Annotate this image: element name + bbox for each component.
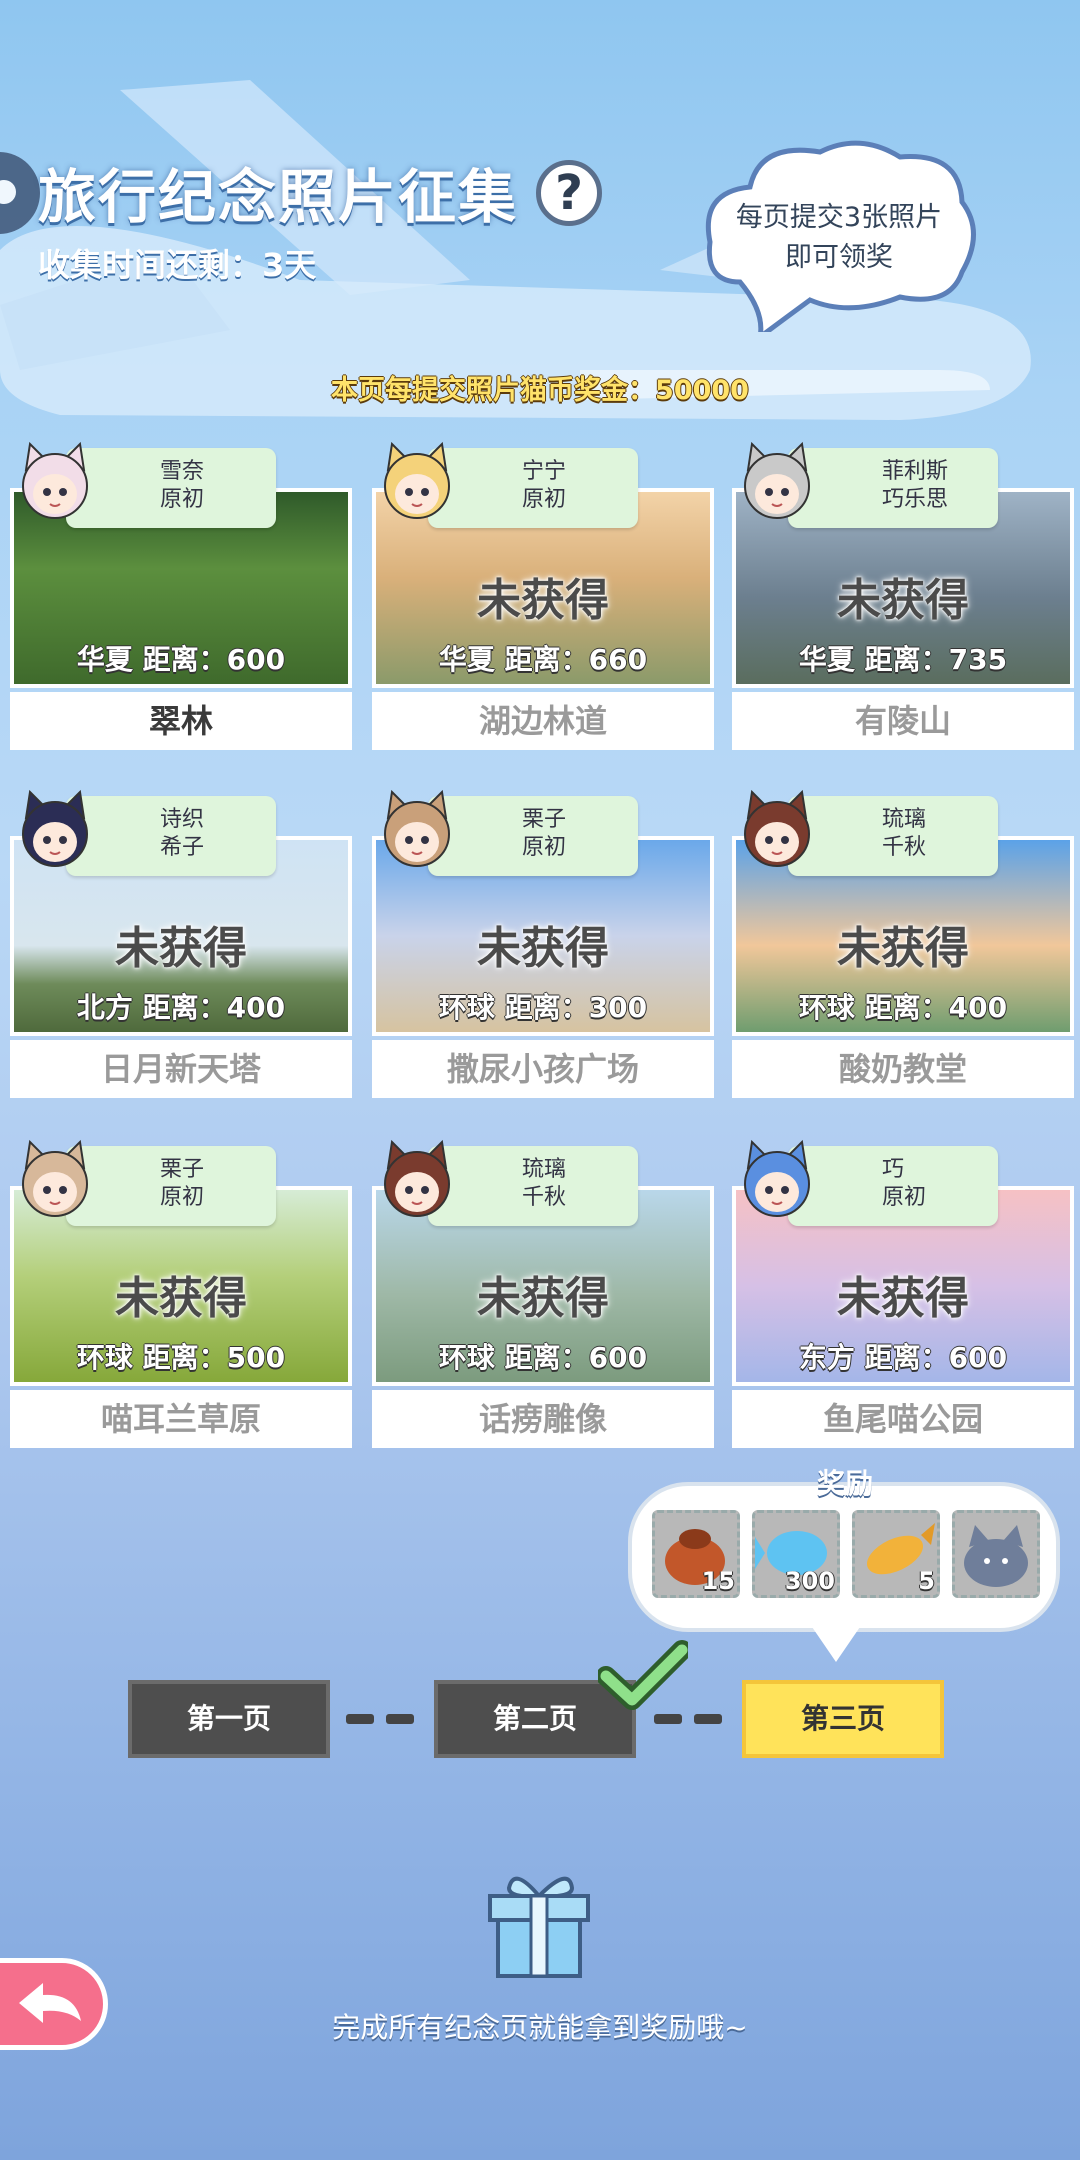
- character-sub: 希子: [160, 835, 205, 860]
- footer-hint: 完成所有纪念页就能拿到奖励哦~: [332, 2011, 748, 2044]
- location-name: 话痨雕像: [372, 1390, 714, 1448]
- character-name: 宁宁: [522, 459, 567, 484]
- unobtained-label: 未获得: [115, 923, 247, 974]
- location-name: 喵耳兰草原: [10, 1390, 352, 1448]
- region-distance: 华夏 距离：600: [76, 643, 286, 676]
- region-distance: 环球 距离：500: [76, 1341, 286, 1374]
- page-1-button[interactable]: 第一页: [128, 1680, 330, 1758]
- reward-count: 5: [918, 1567, 935, 1595]
- page-3-button[interactable]: 第三页: [742, 1680, 944, 1758]
- region-distance: 东方 距离：600: [798, 1341, 1008, 1374]
- check-icon: [598, 1640, 688, 1710]
- cat-girl-avatar-icon: [744, 441, 810, 519]
- unobtained-label: 未获得: [477, 923, 609, 974]
- page-connector: [346, 1714, 374, 1724]
- unobtained-label: 未获得: [477, 575, 609, 626]
- photo-card[interactable]: 未获得 东方 距离：600 鱼尾喵公园 巧 原初: [732, 1139, 1074, 1449]
- region-distance: 北方 距离：400: [76, 991, 286, 1024]
- back-button[interactable]: [0, 1958, 108, 2050]
- photo-card[interactable]: 未获得 华夏 距离：660 湖边林道 宁宁 原初: [372, 441, 714, 751]
- collection-timer: 收集时间还剩：3天: [38, 246, 317, 284]
- character-name: 菲利斯: [882, 459, 949, 484]
- help-button[interactable]: ?: [536, 160, 602, 226]
- photo-card[interactable]: 未获得 北方 距离：400 日月新天塔 诗织 希子: [10, 789, 352, 1099]
- tip-text: 每页提交3张照片 即可领奖: [700, 198, 978, 278]
- tip-line-1: 每页提交3张照片: [735, 202, 943, 233]
- character-sub: 原初: [160, 487, 205, 512]
- cat-girl-avatar-icon: [22, 789, 88, 867]
- photo-card[interactable]: 未获得 环球 距离：400 酸奶教堂 琉璃 千秋: [732, 789, 1074, 1099]
- character-name: 琉璃: [882, 807, 927, 832]
- location-name: 翠林: [10, 692, 352, 750]
- character-sub: 原初: [882, 1185, 927, 1210]
- cat-girl-avatar-icon: [22, 441, 88, 519]
- location-name: 日月新天塔: [10, 1040, 352, 1098]
- rewards-bubble-tail: [810, 1624, 862, 1662]
- character-name: 雪奈: [160, 459, 205, 484]
- photo-card[interactable]: 未获得 环球 距离：500 喵耳兰草原 栗子 原初: [10, 1139, 352, 1449]
- cat-girl-avatar-icon: [744, 789, 810, 867]
- cat-girl-avatar-icon: [744, 1139, 810, 1217]
- coin-bonus: 本页每提交照片猫币奖金：50000: [331, 375, 749, 406]
- region-distance: 环球 距离：400: [798, 991, 1008, 1024]
- location-name: 酸奶教堂: [732, 1040, 1074, 1098]
- character-name: 栗子: [160, 1157, 205, 1182]
- dried-fish-bag-icon[interactable]: 15: [652, 1510, 740, 1598]
- photo-card[interactable]: 华夏 距离：600 翠林 雪奈 原初: [10, 441, 352, 751]
- character-sub: 原初: [522, 487, 567, 512]
- unobtained-label: 未获得: [837, 575, 969, 626]
- location-name: 有陵山: [732, 692, 1074, 750]
- photo-card[interactable]: 未获得 华夏 距离：735 有陵山 菲利斯 巧乐思: [732, 441, 1074, 751]
- taiyaki-icon[interactable]: 5: [852, 1510, 940, 1598]
- back-arrow-icon: [19, 1983, 81, 2023]
- location-name: 撒尿小孩广场: [372, 1040, 714, 1098]
- region-distance: 华夏 距离：735: [798, 643, 1008, 676]
- photo-card[interactable]: 未获得 环球 距离：300 撒尿小孩广场 栗子 原初: [372, 789, 714, 1099]
- page-connector: [386, 1714, 414, 1724]
- blue-fish-icon[interactable]: 300: [752, 1510, 840, 1598]
- reward-count: 300: [784, 1567, 835, 1595]
- unobtained-label: 未获得: [115, 1273, 247, 1324]
- character-sub: 千秋: [882, 835, 927, 860]
- unobtained-label: 未获得: [837, 923, 969, 974]
- character-sub: 原初: [522, 835, 567, 860]
- character-sub: 原初: [160, 1185, 205, 1210]
- page-connector: [694, 1714, 722, 1724]
- character-sub: 千秋: [522, 1185, 567, 1210]
- region-distance: 环球 距离：600: [438, 1341, 648, 1374]
- reward-count: 15: [701, 1567, 735, 1595]
- character-sub: 巧乐思: [882, 487, 949, 512]
- location-name: 鱼尾喵公园: [732, 1390, 1074, 1448]
- rewards-title: 奖励: [816, 1467, 873, 1500]
- character-name: 诗织: [160, 807, 205, 832]
- character-name: 栗子: [522, 807, 567, 832]
- tip-line-2: 即可领奖: [785, 242, 893, 273]
- region-distance: 华夏 距离：660: [438, 643, 648, 676]
- cat-girl-avatar-icon: [384, 1139, 450, 1217]
- cat-plush-icon[interactable]: [952, 1510, 1040, 1598]
- cat-girl-avatar-icon: [22, 1139, 88, 1217]
- gift-box-icon[interactable]: [484, 1866, 594, 1980]
- character-name: 琉璃: [522, 1157, 567, 1182]
- unobtained-label: 未获得: [477, 1273, 609, 1324]
- page-title: 旅行纪念照片征集: [38, 163, 519, 231]
- region-distance: 环球 距离：300: [438, 991, 648, 1024]
- location-name: 湖边林道: [372, 692, 714, 750]
- unobtained-label: 未获得: [837, 1273, 969, 1324]
- page-connector: [654, 1714, 682, 1724]
- photo-card[interactable]: 未获得 环球 距离：600 话痨雕像 琉璃 千秋: [372, 1139, 714, 1449]
- character-name: 巧: [882, 1157, 905, 1182]
- cat-girl-avatar-icon: [384, 441, 450, 519]
- cat-girl-avatar-icon: [384, 789, 450, 867]
